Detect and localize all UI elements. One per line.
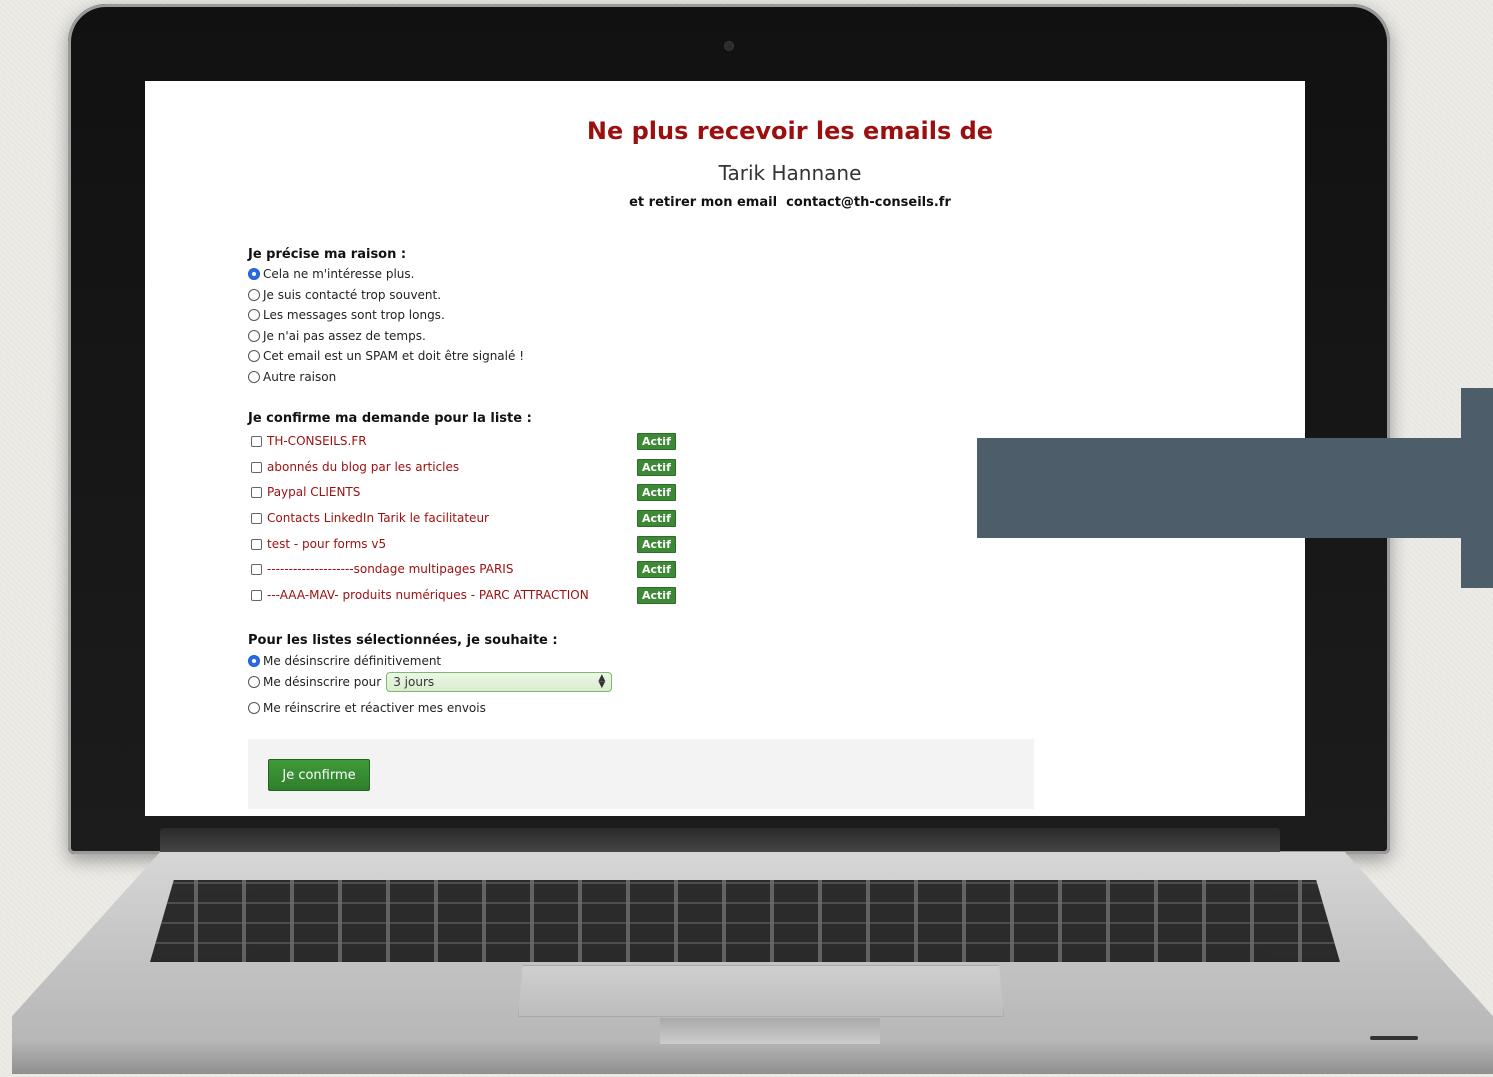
status-badge: Actif bbox=[637, 561, 676, 578]
radio-icon[interactable] bbox=[248, 676, 260, 688]
radio-icon[interactable] bbox=[248, 330, 260, 342]
list-label: TH-CONSEILS.FR bbox=[267, 434, 367, 448]
list-label: Contacts LinkedIn Tarik le facilitateur bbox=[267, 511, 489, 525]
lid-notch bbox=[660, 1018, 880, 1044]
status-badge: Actif bbox=[637, 459, 676, 476]
form-footer: Je confirme bbox=[248, 739, 1034, 809]
action-label: Me désinscrire pour bbox=[263, 675, 382, 689]
reason-label: Autre raison bbox=[263, 370, 337, 384]
confirm-button[interactable]: Je confirme bbox=[268, 759, 370, 791]
status-led bbox=[1370, 1036, 1418, 1040]
radio-icon[interactable] bbox=[248, 309, 260, 321]
radio-icon[interactable] bbox=[248, 350, 260, 362]
keyboard-rows bbox=[150, 880, 1340, 962]
email-address: contact@th-conseils.fr bbox=[786, 195, 951, 210]
reason-option[interactable]: Je n'ai pas assez de temps. bbox=[248, 327, 426, 345]
camera-icon bbox=[725, 42, 733, 50]
list-item[interactable]: Paypal CLIENTS bbox=[251, 483, 360, 501]
page-title: Ne plus recevoir les emails de bbox=[586, 117, 994, 145]
reason-label: Cela ne m'intéresse plus. bbox=[263, 267, 415, 281]
list-label: ---AAA-MAV- produits numériques - PARC A… bbox=[267, 588, 589, 602]
list-label: test - pour forms v5 bbox=[267, 537, 387, 551]
reason-heading: Je précise ma raison : bbox=[248, 247, 407, 262]
reason-label: Les messages sont trop longs. bbox=[263, 308, 445, 322]
action-option-resubscribe[interactable]: Me réinscrire et réactiver mes envois bbox=[248, 699, 486, 717]
action-option-temporary[interactable]: Me désinscrire pour 3 jours ▲ ▼ bbox=[248, 671, 613, 693]
status-badge: Actif bbox=[637, 484, 676, 501]
select-arrows-icon: ▲ ▼ bbox=[598, 673, 606, 690]
laptop-hinge bbox=[160, 828, 1280, 856]
list-label: --------------------sondage multipages P… bbox=[267, 562, 514, 576]
checkbox-icon[interactable] bbox=[251, 563, 262, 575]
list-item[interactable]: --------------------sondage multipages P… bbox=[251, 560, 513, 578]
reason-option[interactable]: Je suis contacté trop souvent. bbox=[248, 286, 441, 304]
status-badge: Actif bbox=[637, 510, 676, 527]
reason-option[interactable]: Les messages sont trop longs. bbox=[248, 306, 445, 324]
checkbox-icon[interactable] bbox=[251, 589, 262, 601]
trackpad bbox=[518, 965, 1004, 1017]
action-label: Me désinscrire définitivement bbox=[263, 654, 442, 668]
radio-icon[interactable] bbox=[248, 289, 260, 301]
duration-select[interactable]: 3 jours ▲ ▼ bbox=[386, 672, 613, 692]
status-badge: Actif bbox=[637, 587, 676, 604]
checkbox-icon[interactable] bbox=[251, 486, 262, 498]
list-item[interactable]: TH-CONSEILS.FR bbox=[251, 432, 367, 450]
reason-option[interactable]: Autre raison bbox=[248, 368, 336, 386]
reason-label: Cet email est un SPAM et doit être signa… bbox=[263, 349, 525, 363]
list-label: abonnés du blog par les articles bbox=[267, 460, 460, 474]
checkbox-icon[interactable] bbox=[251, 512, 262, 524]
checkbox-icon[interactable] bbox=[251, 538, 262, 550]
checkbox-icon[interactable] bbox=[251, 435, 262, 447]
lists-heading: Je confirme ma demande pour la liste : bbox=[248, 411, 532, 426]
sender-name: Tarik Hannane bbox=[718, 161, 862, 185]
action-heading: Pour les listes sélectionnées, je souhai… bbox=[248, 633, 558, 648]
list-item[interactable]: abonnés du blog par les articles bbox=[251, 458, 459, 476]
remove-email-line: et retirer mon email contact@th-conseils… bbox=[145, 195, 1305, 210]
duration-value: 3 jours bbox=[393, 675, 435, 689]
list-label: Paypal CLIENTS bbox=[267, 485, 361, 499]
radio-icon[interactable] bbox=[248, 702, 260, 714]
radio-selected-icon[interactable] bbox=[248, 655, 260, 667]
reason-option[interactable]: Cet email est un SPAM et doit être signa… bbox=[248, 347, 524, 365]
arrow-right-icon bbox=[977, 388, 1493, 588]
checkbox-icon[interactable] bbox=[251, 461, 262, 473]
reason-label: Je suis contacté trop souvent. bbox=[263, 288, 442, 302]
list-item[interactable]: test - pour forms v5 bbox=[251, 535, 386, 553]
action-label: Me réinscrire et réactiver mes envois bbox=[263, 701, 486, 715]
reason-label: Je n'ai pas assez de temps. bbox=[263, 329, 426, 343]
status-badge: Actif bbox=[637, 433, 676, 450]
list-item[interactable]: ---AAA-MAV- produits numériques - PARC A… bbox=[251, 586, 589, 604]
radio-icon[interactable] bbox=[248, 371, 260, 383]
list-item[interactable]: Contacts LinkedIn Tarik le facilitateur bbox=[251, 509, 489, 527]
radio-selected-icon[interactable] bbox=[248, 268, 260, 280]
action-option-permanent[interactable]: Me désinscrire définitivement bbox=[248, 652, 441, 670]
status-badge: Actif bbox=[637, 536, 676, 553]
remove-prefix: et retirer mon email bbox=[629, 195, 778, 210]
reason-option[interactable]: Cela ne m'intéresse plus. bbox=[248, 265, 414, 283]
